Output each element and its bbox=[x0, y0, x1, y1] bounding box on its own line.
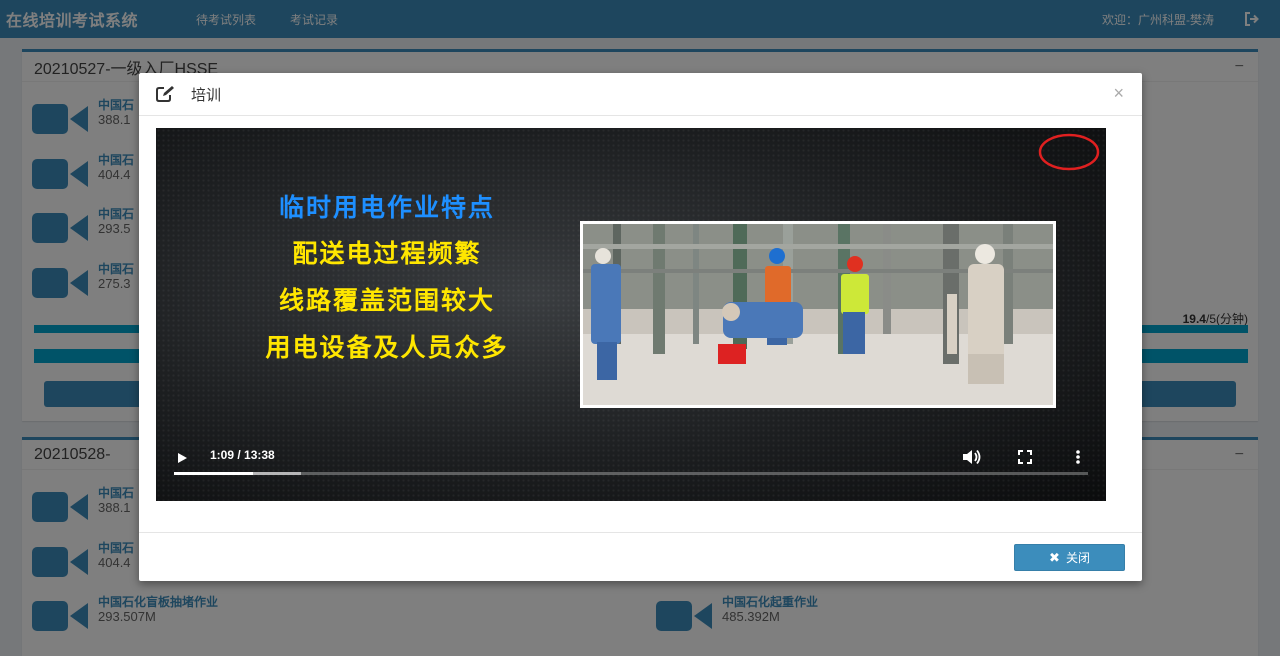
seek-played bbox=[174, 472, 253, 475]
video-text-line: 临时用电作业特点 bbox=[278, 194, 495, 222]
video-player[interactable]: 临时用电作业特点 配送电过程频繁 线路覆盖范围较大 用电设备及人员众多 1:09… bbox=[156, 128, 1106, 501]
more-options-icon[interactable] bbox=[1074, 448, 1082, 466]
video-time: 1:09 / 13:38 bbox=[210, 448, 275, 462]
video-scene-photo bbox=[580, 221, 1056, 408]
modal-title: 培训 bbox=[191, 86, 222, 104]
video-controls: 1:09 / 13:38 bbox=[156, 446, 1106, 501]
modal-header: 培训 × bbox=[139, 73, 1142, 116]
volume-icon[interactable] bbox=[962, 449, 982, 465]
video-seek-bar[interactable] bbox=[174, 472, 1088, 475]
modal-footer: ✖ 关闭 bbox=[139, 532, 1142, 581]
close-icon: ✖ bbox=[1049, 549, 1060, 565]
fullscreen-icon[interactable] bbox=[1018, 450, 1032, 464]
play-icon[interactable] bbox=[176, 452, 188, 464]
close-icon[interactable]: × bbox=[1113, 83, 1124, 104]
training-modal: 培训 × 临时用电作业特点 配送电过程频繁 线路覆盖范围较大 用电设备及人员众多 bbox=[139, 73, 1142, 581]
edit-icon bbox=[156, 86, 174, 102]
close-button-label: 关闭 bbox=[1065, 551, 1090, 565]
record-indicator bbox=[1038, 133, 1100, 171]
close-button[interactable]: ✖ 关闭 bbox=[1014, 544, 1125, 571]
